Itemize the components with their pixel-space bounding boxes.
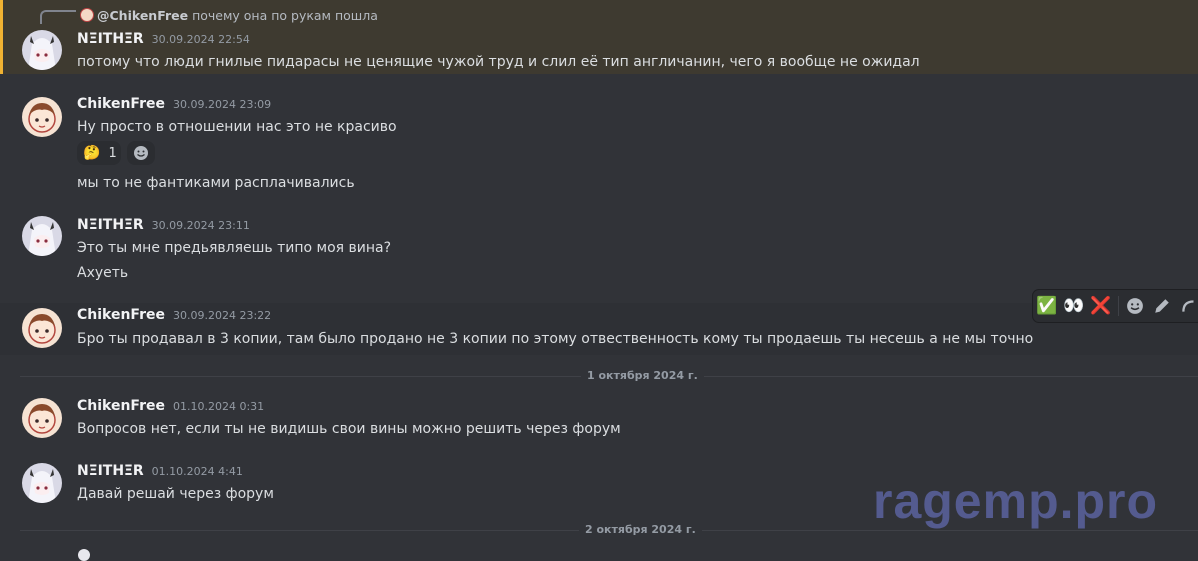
reply-icon[interactable] bbox=[1176, 292, 1198, 320]
message-timestamp: 30.09.2024 23:22 bbox=[173, 309, 272, 322]
message-author[interactable]: ChikenFree 30.09.2024 23:22 bbox=[77, 307, 271, 323]
reaction-pill[interactable]: 🤔 1 bbox=[77, 141, 121, 165]
add-reaction-icon[interactable] bbox=[1121, 292, 1148, 320]
message-author[interactable]: ChikenFree 30.09.2024 23:09 bbox=[77, 96, 271, 112]
message-timestamp: 30.09.2024 23:11 bbox=[151, 219, 250, 232]
message-text: Давай решай через форум bbox=[77, 486, 274, 502]
avatar[interactable] bbox=[22, 398, 62, 438]
thinking-emoji-icon: 🤔 bbox=[83, 145, 101, 161]
message-timestamp: 01.10.2024 4:41 bbox=[151, 465, 243, 478]
avatar[interactable] bbox=[22, 97, 62, 137]
message-text: Бро ты продавал в 3 копии, там было прод… bbox=[77, 331, 1034, 347]
message-action-toolbar: ✅ 👀 ❌ bbox=[1033, 290, 1198, 322]
reply-preview[interactable]: @ChikenFree почему она по рукам пошла bbox=[80, 8, 378, 23]
message-author[interactable]: NΞITHΞR 30.09.2024 23:11 bbox=[77, 217, 250, 233]
avatar[interactable] bbox=[22, 216, 62, 256]
message-text: мы то не фантиками расплачивались bbox=[77, 175, 355, 191]
avatar[interactable] bbox=[78, 549, 90, 561]
message-timestamp: 01.10.2024 0:31 bbox=[173, 400, 265, 413]
avatar[interactable] bbox=[22, 30, 62, 70]
message-author[interactable]: NΞITHΞR 01.10.2024 4:41 bbox=[77, 463, 243, 479]
message-text: Вопросов нет, если ты не видишь свои вин… bbox=[77, 421, 621, 437]
message-text: Ну просто в отношении нас это не красиво bbox=[77, 119, 397, 135]
cross-mark-emoji-icon[interactable]: ❌ bbox=[1087, 292, 1114, 320]
watermark: ragemp.pro bbox=[873, 473, 1159, 529]
edit-icon[interactable] bbox=[1149, 292, 1176, 320]
date-divider-label: 2 октября 2024 г. bbox=[579, 523, 702, 536]
avatar[interactable] bbox=[22, 308, 62, 348]
reaction-count: 1 bbox=[108, 145, 117, 161]
reply-connector-line bbox=[40, 10, 76, 24]
reply-preview-text: почему она по рукам пошла bbox=[192, 8, 378, 23]
add-reaction-button[interactable] bbox=[127, 141, 155, 165]
check-mark-emoji-icon[interactable]: ✅ bbox=[1033, 292, 1060, 320]
message-author[interactable]: ChikenFree 01.10.2024 0:31 bbox=[77, 398, 264, 414]
message-author[interactable]: NΞITHΞR 30.09.2024 22:54 bbox=[77, 31, 250, 47]
message-timestamp: 30.09.2024 22:54 bbox=[151, 33, 250, 46]
message-text: потому что люди гнилые пидарасы не ценящ… bbox=[77, 54, 920, 70]
message-timestamp: 30.09.2024 23:09 bbox=[173, 98, 272, 111]
message-text: Ахуеть bbox=[77, 265, 129, 281]
date-divider-label: 1 октября 2024 г. bbox=[581, 369, 704, 382]
toolbar-divider bbox=[1117, 296, 1119, 316]
avatar[interactable] bbox=[22, 463, 62, 503]
message-text: Это ты мне предьявляешь типо моя вина? bbox=[77, 240, 392, 256]
eyes-emoji-icon[interactable]: 👀 bbox=[1060, 292, 1087, 320]
reply-author-name[interactable]: @ChikenFree bbox=[97, 8, 188, 23]
add-reaction-icon bbox=[134, 146, 148, 160]
reply-author-avatar bbox=[80, 8, 94, 22]
